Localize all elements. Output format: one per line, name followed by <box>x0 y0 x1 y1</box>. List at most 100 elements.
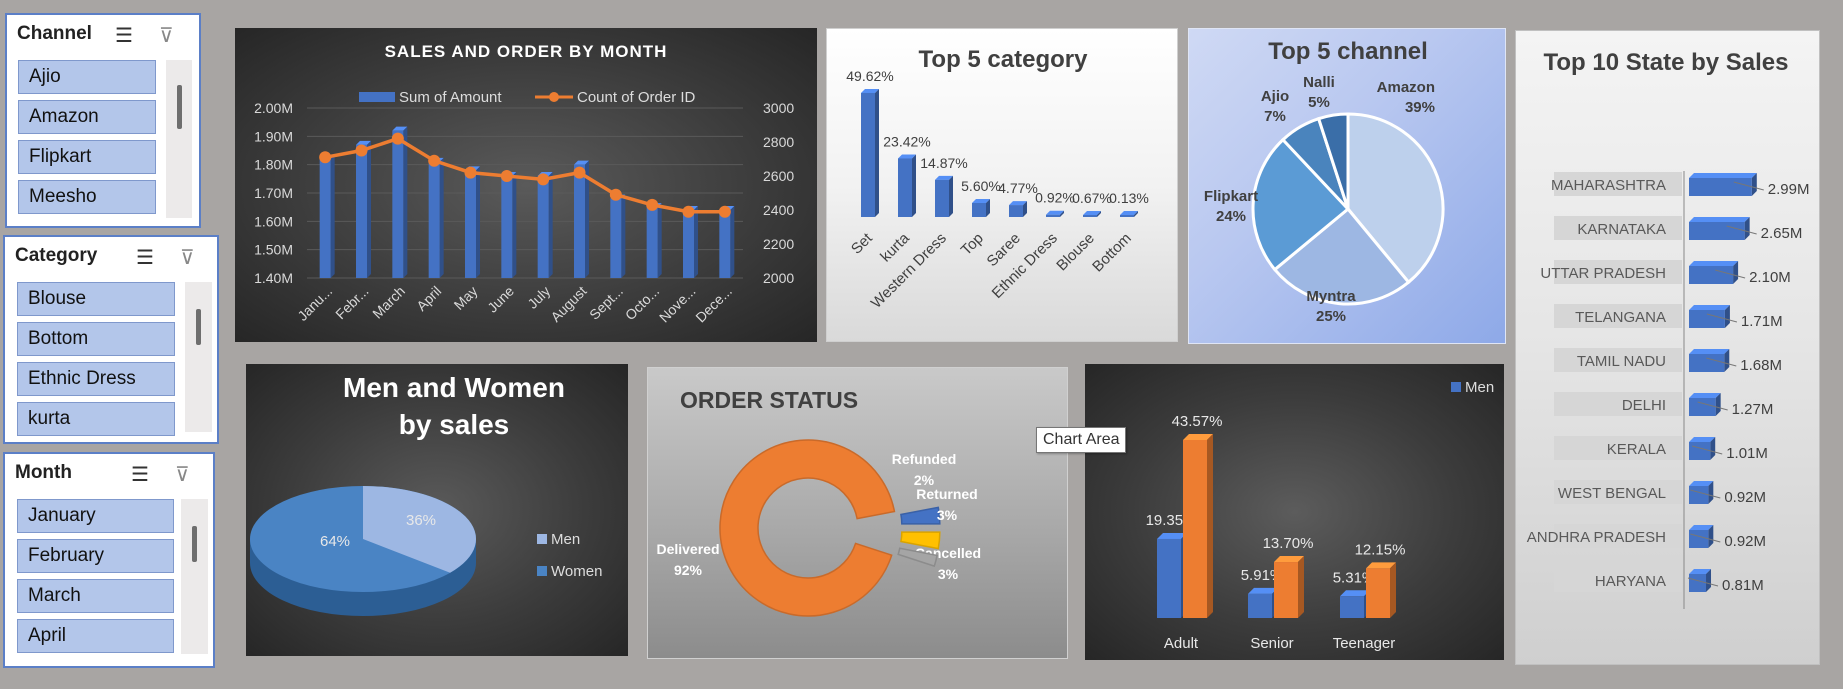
amount-bar <box>428 161 440 278</box>
amount-bar <box>610 198 622 278</box>
channel-scroll-thumb[interactable] <box>177 85 182 129</box>
age-tick-label: Teenager <box>1333 635 1396 652</box>
amount-bar-side <box>694 206 698 278</box>
men-bar <box>1340 596 1364 618</box>
order-count-point <box>464 166 477 179</box>
category-bar-side <box>949 175 953 217</box>
state-data-label: 2.65M <box>1761 225 1803 242</box>
channel-slice-label: 24% <box>1216 208 1246 225</box>
state-data-label: 0.92M <box>1724 533 1766 550</box>
legend-swatch-bar <box>359 92 395 102</box>
status-slice-name: Delivered <box>656 541 719 557</box>
slicer-item-flipkart[interactable]: Flipkart <box>18 140 156 174</box>
age-group-panel[interactable]: Men 19.35% 43.57% Adult 5.91% 13.70% Senior 5.… <box>1085 364 1504 660</box>
amount-bar-side <box>330 155 335 278</box>
amount-bar <box>537 176 549 278</box>
age-bar <box>1274 562 1298 618</box>
channel-slicer: Channel ☰ ⊽ Ajio Amazon Flipkart Meesho <box>5 13 201 228</box>
multi-select-icon[interactable]: ☰ <box>136 245 154 270</box>
category-tick-label: Blouse <box>1053 230 1097 274</box>
slicer-item-blouse[interactable]: Blouse <box>17 282 175 316</box>
category-bar <box>972 203 986 217</box>
category-bar <box>1083 215 1097 217</box>
slicer-item-march[interactable]: March <box>17 579 174 613</box>
channel-slice-name: Myntra <box>1306 288 1356 305</box>
top10-state-panel[interactable]: Top 10 State by Sales MAHARASHTRA 2.99M KA… <box>1515 30 1820 665</box>
slicer-item-january[interactable]: January <box>17 499 174 533</box>
chart-title: SALES AND ORDER BY MONTH <box>385 42 668 61</box>
state-bar-top <box>1689 393 1721 398</box>
chart-title: Top 5 channel <box>1268 38 1428 65</box>
right-tick-label: 3000 <box>763 100 794 116</box>
month-scrollbar[interactable] <box>181 499 208 654</box>
category-bar <box>935 179 949 217</box>
order-status-panel[interactable]: ORDER STATUS Delivered 92% Cancelled 3% Retu… <box>647 367 1068 659</box>
slicer-item-amazon[interactable]: Amazon <box>18 100 156 134</box>
order-count-point <box>355 144 368 157</box>
left-tick-label: 2.00M <box>254 100 293 116</box>
clear-filter-icon[interactable]: ⊽ <box>159 23 174 48</box>
amount-bar-side <box>367 140 371 278</box>
slicer-item-bottom[interactable]: Bottom <box>17 322 175 356</box>
order-count-point <box>500 170 513 182</box>
slicer-item-ajio[interactable]: Ajio <box>18 60 156 94</box>
left-tick-label: 1.80M <box>254 157 293 173</box>
clear-filter-icon[interactable]: ⊽ <box>180 245 195 270</box>
state-bar <box>1689 178 1752 196</box>
right-tick-label: 2800 <box>763 134 794 150</box>
state-bar-top <box>1689 261 1739 266</box>
top5-category-panel[interactable]: Top 5 category 49.62% Set 23.42% kurta 14.87… <box>826 28 1178 342</box>
slicer-item-meesho[interactable]: Meesho <box>18 180 156 214</box>
left-tick-label: 1.50M <box>254 242 293 258</box>
category-scroll-thumb[interactable] <box>196 309 201 345</box>
category-bar <box>861 92 875 217</box>
chart-title: ORDER STATUS <box>680 387 858 413</box>
channel-scrollbar[interactable] <box>166 60 192 218</box>
amount-bar <box>646 207 658 278</box>
state-tick-label: MAHARASHTRA <box>1551 177 1666 194</box>
state-bar <box>1689 530 1709 548</box>
category-bar <box>1120 215 1134 217</box>
age-bar <box>1366 568 1390 618</box>
state-data-label: 0.81M <box>1722 577 1764 594</box>
chart-title: Top 5 category <box>919 46 1089 73</box>
month-scroll-thumb[interactable] <box>192 526 197 562</box>
channel-slice-label: 39% <box>1405 99 1435 116</box>
amount-bar-side <box>548 172 553 278</box>
order-count-point <box>319 151 332 164</box>
multi-select-icon[interactable]: ☰ <box>131 462 149 487</box>
chart-title-line1: Men and Women <box>343 372 565 403</box>
order-count-point <box>573 166 586 179</box>
month-tick-label: Sept... <box>586 283 626 323</box>
state-bar-top <box>1689 217 1750 222</box>
order-count-point <box>718 205 731 218</box>
chart-title-line2: by sales <box>399 409 510 440</box>
men-bar <box>1248 593 1272 618</box>
slicer-item-ethnic-dress[interactable]: Ethnic Dress <box>17 362 175 396</box>
slicer-item-april[interactable]: April <box>17 619 174 653</box>
men-women-panel[interactable]: Men and Women by sales 36% 64% Men Women <box>246 364 628 656</box>
month-tick-label: August <box>547 283 589 325</box>
state-bar-top <box>1689 305 1730 310</box>
amount-bar <box>356 144 367 278</box>
month-tick-label: June <box>484 283 517 316</box>
month-tick-label: Janu... <box>294 283 335 324</box>
sales-order-chart: SALES AND ORDER BY MONTH Sum of Amount C… <box>254 42 794 325</box>
right-tick-label: 2200 <box>763 236 794 252</box>
category-data-label: 49.62% <box>846 68 893 84</box>
order-count-line <box>324 136 725 214</box>
state-bar <box>1689 442 1711 460</box>
category-scrollbar[interactable] <box>185 282 212 432</box>
multi-select-icon[interactable]: ☰ <box>115 23 133 48</box>
category-data-label: 4.77% <box>998 180 1038 196</box>
state-data-label: 1.01M <box>1726 445 1768 462</box>
slicer-item-february[interactable]: February <box>17 539 174 573</box>
sales-order-panel[interactable]: SALES AND ORDER BY MONTH Sum of Amount C… <box>235 28 817 342</box>
age-tick-label: Adult <box>1164 635 1199 652</box>
right-tick-label: 2600 <box>763 168 794 184</box>
clear-filter-icon[interactable]: ⊽ <box>175 462 190 487</box>
slicer-item-kurta[interactable]: kurta <box>17 402 175 436</box>
amount-bar-side <box>512 172 517 278</box>
top5-channel-panel[interactable]: Top 5 channel Amazon 39% Myntra 25% Flipkart… <box>1188 28 1506 344</box>
month-tick-label: Octo... <box>622 283 662 323</box>
